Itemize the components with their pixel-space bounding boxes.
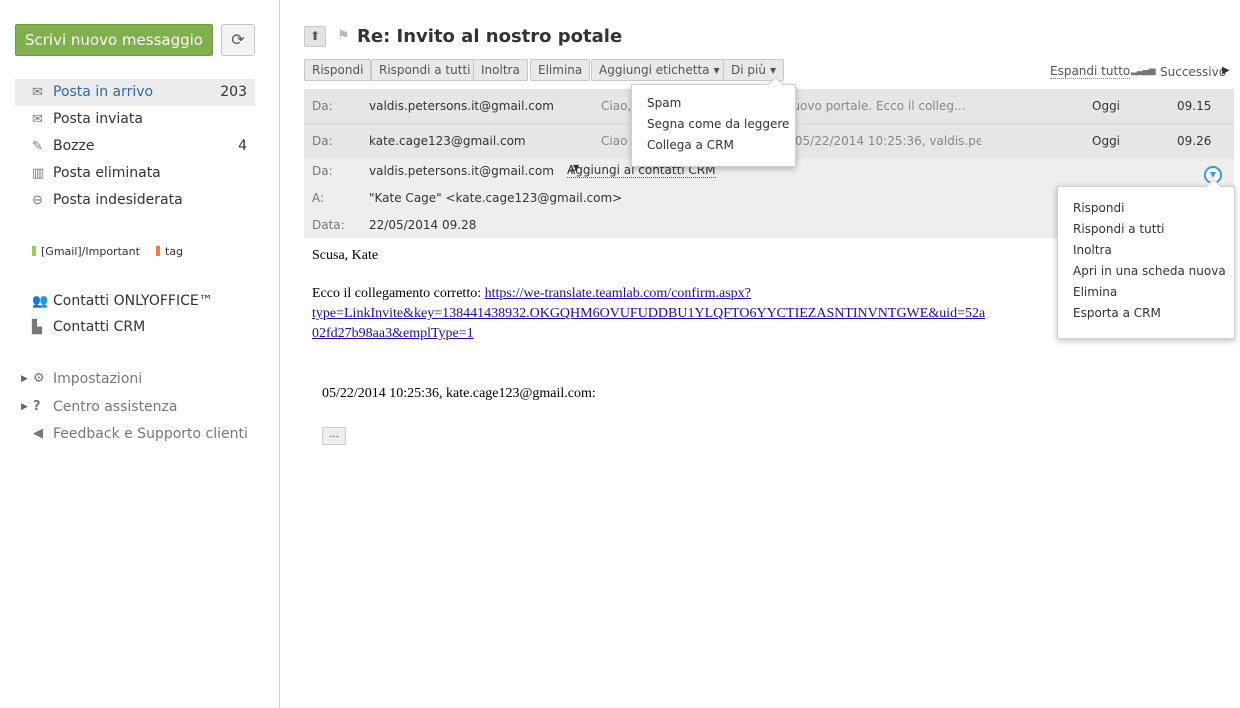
menu-item-spam[interactable]: Spam	[647, 96, 681, 110]
sidebar: Scrivi nuovo messaggio ⟳ ✉ Posta in arri…	[0, 0, 280, 708]
folder-count: 4	[238, 138, 247, 154]
message-actions-menu: Rispondi Rispondi a tutti Inoltra Apri i…	[1057, 178, 1235, 339]
folder-trash[interactable]: ▥ Posta eliminata	[15, 160, 255, 187]
tag-label: tag	[165, 245, 184, 258]
expand-arrow-icon[interactable]: ▶	[21, 396, 28, 418]
contacts-label: Contatti ONLYOFFICE™	[53, 293, 213, 309]
menu-item-reply-all[interactable]: Rispondi a tutti	[1073, 222, 1164, 236]
from-value: valdis.petersons.it@gmail.com	[369, 164, 554, 178]
day: Oggi	[1092, 134, 1121, 148]
add-label-button[interactable]: Aggiungi etichetta ▼	[591, 59, 728, 81]
folder-drafts[interactable]: ✎ Bozze 4	[15, 133, 255, 160]
folder-label: Posta in arrivo	[53, 84, 154, 100]
to-key: A:	[312, 191, 325, 205]
delete-button[interactable]: Elimina	[530, 59, 591, 81]
tag-label: [Gmail]/Important	[41, 245, 140, 258]
refresh-button[interactable]: ⟳	[221, 24, 255, 56]
menu-item-reply[interactable]: Rispondi	[1073, 201, 1124, 215]
from-key: Da:	[312, 134, 333, 148]
gear-icon: ⚙	[33, 371, 45, 386]
help-center-link[interactable]: ▶ ? Centro assistenza	[15, 396, 265, 418]
next-arrow-icon[interactable]: ▶	[1222, 65, 1230, 76]
forward-button[interactable]: Inoltra	[473, 59, 528, 81]
folder-inbox[interactable]: ✉ Posta in arrivo 203	[15, 79, 255, 106]
menu-item-delete[interactable]: Elimina	[1073, 285, 1117, 299]
sender: valdis.petersons.it@gmail.com	[369, 99, 554, 113]
folder-count: 203	[220, 84, 247, 100]
contacts-crm[interactable]: ▙ Contatti CRM	[15, 314, 255, 341]
refresh-icon: ⟳	[231, 30, 245, 49]
add-label-text: Aggiungi etichetta	[599, 63, 710, 77]
to-value: "Kate Cage" <kate.cage123@gmail.com>	[369, 191, 623, 205]
folder-label: Posta indesiderata	[53, 192, 183, 208]
menu-item-open-new-tab[interactable]: Apri in una scheda nuova	[1073, 264, 1226, 278]
chevron-down-icon: ▼	[769, 66, 777, 75]
crm-icon: ▙	[32, 320, 42, 335]
help-icon: ?	[33, 399, 41, 414]
tag-tag[interactable]: tag	[156, 245, 183, 259]
body-link-paragraph: Ecco il collegamento corretto: https://w…	[312, 284, 1072, 344]
reply-all-button[interactable]: Rispondi a tutti	[371, 59, 479, 81]
folder-label: Bozze	[53, 138, 95, 154]
show-quoted-button[interactable]: ...	[322, 427, 346, 445]
time: 09.15	[1177, 99, 1212, 113]
confirm-link-part3[interactable]: 02fd27b98aa3&emplType=1	[312, 326, 474, 341]
folder-spam[interactable]: ⊖ Posta indesiderata	[15, 187, 255, 214]
sent-icon: ✉	[32, 112, 43, 127]
drafts-icon: ✎	[32, 139, 43, 154]
chevron-down-icon: ▼	[573, 163, 580, 172]
tag-gmail-important[interactable]: [Gmail]/Important	[32, 245, 140, 259]
back-to-list-button[interactable]: ⬆	[304, 26, 326, 47]
tag-color-swatch	[156, 246, 160, 256]
feedback-link[interactable]: ◀ Feedback e Supporto clienti	[15, 423, 265, 445]
more-text: Di più	[731, 63, 766, 77]
inbox-icon: ✉	[32, 85, 43, 100]
from-key: Da:	[312, 99, 333, 113]
link-intro: Ecco il collegamento corretto:	[312, 286, 485, 301]
menu-item-mark-unread[interactable]: Segna come da leggere	[647, 117, 789, 131]
folder-label: Posta eliminata	[53, 165, 161, 181]
contacts-onlyoffice[interactable]: 👥 Contatti ONLYOFFICE™	[15, 288, 255, 315]
sender: kate.cage123@gmail.com	[369, 134, 526, 148]
help-center-label: Centro assistenza	[53, 399, 178, 415]
day: Oggi	[1092, 99, 1121, 113]
settings-link[interactable]: ▶ ⚙ Impostazioni	[15, 368, 265, 390]
flag-icon[interactable]: ⚑	[337, 28, 350, 44]
menu-item-link-crm[interactable]: Collega a CRM	[647, 138, 734, 152]
message-subject: Re: Invito al nostro potale	[357, 26, 623, 47]
menu-item-export-crm[interactable]: Esporta a CRM	[1073, 306, 1161, 320]
signal-bars-icon[interactable]: ▂▃▄▅	[1131, 66, 1156, 76]
contacts-label: Contatti CRM	[53, 319, 146, 335]
folder-sent[interactable]: ✉ Posta inviata	[15, 106, 255, 133]
date-value: 22/05/2014 09.28	[369, 218, 477, 232]
compose-button[interactable]: Scrivi nuovo messaggio	[15, 24, 213, 56]
megaphone-icon: ◀	[33, 426, 43, 441]
body-greeting: Scusa, Kate	[312, 248, 379, 263]
trash-icon: ▥	[32, 166, 45, 181]
from-key: Da:	[312, 164, 333, 178]
time: 09.26	[1177, 134, 1212, 148]
reply-button[interactable]: Rispondi	[304, 59, 372, 81]
confirm-link-part2[interactable]: type=LinkInvite&key=138441438932.OKGQHM6…	[312, 306, 985, 321]
feedback-label: Feedback e Supporto clienti	[53, 426, 248, 442]
quote-header: 05/22/2014 10:25:36, kate.cage123@gmail.…	[322, 386, 596, 401]
menu-item-forward[interactable]: Inoltra	[1073, 243, 1112, 257]
confirm-link-part1[interactable]: https://we-translate.teamlab.com/confirm…	[485, 286, 751, 301]
spam-icon: ⊖	[32, 193, 43, 208]
expand-all-link[interactable]: Espandi tutto	[1050, 65, 1131, 79]
up-arrow-icon: ⬆	[309, 29, 321, 43]
folder-label: Posta inviata	[53, 111, 143, 127]
settings-label: Impostazioni	[53, 371, 143, 387]
date-key: Data:	[312, 218, 345, 232]
more-dropdown-menu: Spam Segna come da leggere Collega a CRM	[631, 76, 796, 167]
chevron-down-icon: ▼	[713, 66, 720, 75]
next-message-link[interactable]: Successivo	[1160, 65, 1226, 79]
tag-color-swatch	[32, 246, 36, 256]
people-icon: 👥	[32, 294, 49, 309]
expand-arrow-icon[interactable]: ▶	[21, 368, 28, 390]
